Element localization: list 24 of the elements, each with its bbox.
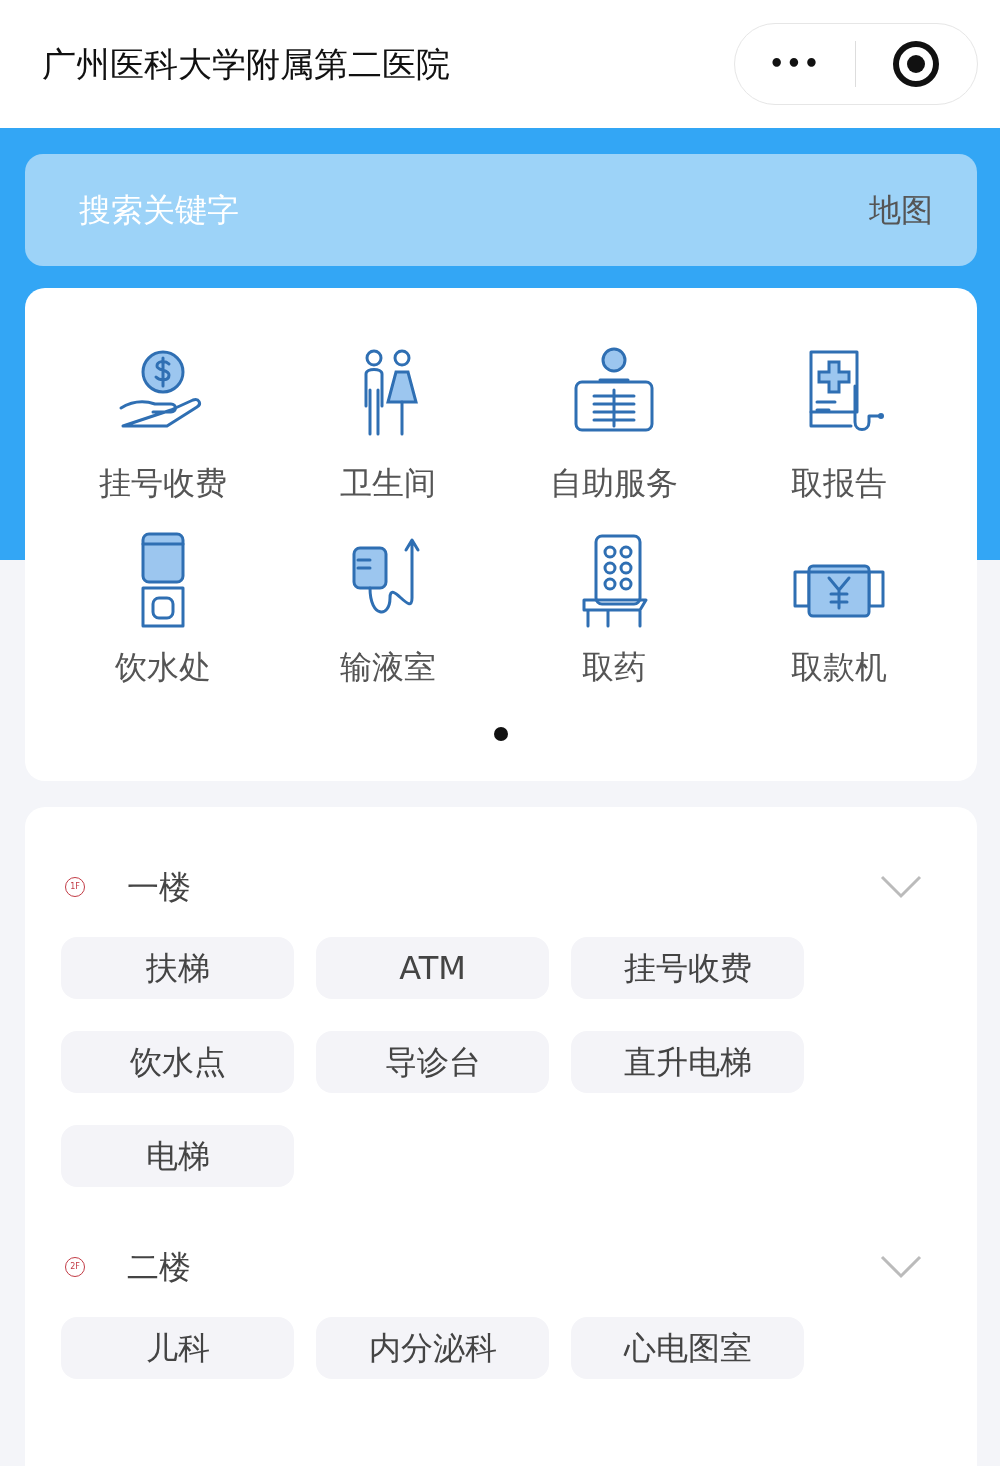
search-field[interactable]: 搜索关键字 地图 (25, 154, 977, 266)
floor-name[interactable]: 一楼 (127, 862, 880, 911)
service-label[interactable]: 输液室 (340, 648, 437, 687)
service-label[interactable]: 取款机 (791, 648, 888, 687)
page-title: 广州医科大学附属第二医院 (42, 42, 450, 86)
location-chip[interactable]: 内分泌科 (316, 1316, 549, 1379)
location-chip[interactable]: ATM (316, 936, 549, 999)
service-label[interactable]: 挂号收费 (98, 464, 227, 503)
location-chip[interactable]: 挂号收费 (571, 936, 804, 999)
map-link[interactable]: 地图 (869, 186, 933, 234)
service-label[interactable]: 自助服务 (549, 464, 678, 503)
location-chip[interactable]: 扶梯 (61, 936, 294, 999)
location-chip[interactable]: 饮水点 (61, 1030, 294, 1093)
location-chip[interactable]: 导诊台 (316, 1030, 549, 1093)
location-chip[interactable]: 直升电梯 (571, 1030, 804, 1093)
more-button[interactable]: ••• (735, 45, 855, 83)
service-label[interactable]: 卫生间 (340, 464, 437, 503)
service-label[interactable]: 取药 (581, 648, 646, 687)
location-chip[interactable]: 儿科 (61, 1316, 294, 1379)
floor-name[interactable]: 二楼 (127, 1242, 880, 1291)
service-label[interactable]: 饮水处 (114, 648, 211, 687)
location-chip[interactable]: 电梯 (61, 1124, 294, 1187)
service-label[interactable]: 取报告 (791, 464, 888, 503)
location-chip[interactable]: 心电图室 (571, 1316, 804, 1379)
